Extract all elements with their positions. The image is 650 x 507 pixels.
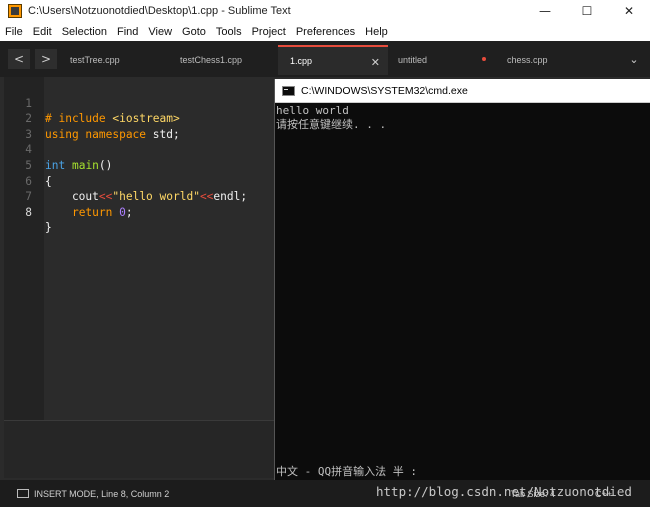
tab-chess[interactable]: chess.cpp <box>495 45 605 75</box>
menu-goto[interactable]: Goto <box>177 26 211 38</box>
tab-1cpp-active[interactable]: 1.cpp ✕ <box>278 45 388 75</box>
code-line: 7 return 0; <box>0 174 275 219</box>
code-line-current: 8 } <box>0 189 275 235</box>
code-line: 2 using namespace std; <box>0 96 275 141</box>
sublime-text-app-icon <box>8 4 22 18</box>
menu-preferences[interactable]: Preferences <box>291 26 360 38</box>
minimize-button[interactable]: — <box>524 0 566 22</box>
tab-testtree[interactable]: testTree.cpp <box>58 45 168 75</box>
tab-label: testChess1.cpp <box>180 55 243 65</box>
menu-edit[interactable]: Edit <box>28 26 57 38</box>
menu-file[interactable]: File <box>0 26 28 38</box>
ime-status: 中文 - QQ拼音输入法 半 : <box>276 465 417 478</box>
cmd-output-line: hello world <box>276 104 349 117</box>
window-titlebar: C:\Users\Notzuonotdied\Desktop\1.cpp - S… <box>0 0 650 22</box>
cmd-output: hello world 请按任意键继续. . . <box>276 104 650 132</box>
cmd-output-line: 请按任意键继续. . . <box>276 118 387 131</box>
modified-dot-icon <box>482 57 486 61</box>
output-panel <box>4 420 275 478</box>
close-window-button[interactable]: ✕ <box>608 0 650 22</box>
tab-list-chevron-down-icon[interactable]: ⌄ <box>624 49 644 69</box>
maximize-button[interactable]: ☐ <box>566 0 608 22</box>
cmd-terminal-icon <box>282 85 295 96</box>
watermark: http://blog.csdn.net/Notzuonotdied <box>376 484 632 499</box>
tab-testchess1[interactable]: testChess1.cpp <box>168 45 278 75</box>
code-line: 5 { <box>0 142 275 188</box>
window-title: C:\Users\Notzuonotdied\Desktop\1.cpp - S… <box>28 5 291 17</box>
code-line: 6 cout<<"hello world"<<endl; <box>0 158 275 204</box>
cmd-titlebar: C:\WINDOWS\SYSTEM32\cmd.exe <box>275 79 650 103</box>
menu-bar: File Edit Selection Find View Goto Tools… <box>0 22 650 41</box>
menu-tools[interactable]: Tools <box>211 26 247 38</box>
tab-next-chevron-icon[interactable]: > <box>35 49 57 69</box>
tab-untitled[interactable]: untitled <box>386 45 496 75</box>
panel-toggle-icon[interactable] <box>17 489 29 498</box>
code-editor[interactable]: 1 # include <iostream> 2 using namespace… <box>0 77 275 420</box>
tab-label: untitled <box>398 55 428 65</box>
status-mode: INSERT MODE, Line 8, Column 2 <box>34 488 170 499</box>
menu-find[interactable]: Find <box>112 26 143 38</box>
code-line: 3 <box>0 111 275 141</box>
menu-selection[interactable]: Selection <box>57 26 112 38</box>
tab-prev-chevron-icon[interactable]: < <box>8 49 30 69</box>
code-line: 1 # include <iostream> <box>0 80 275 126</box>
tab-label: chess.cpp <box>507 55 548 65</box>
menu-view[interactable]: View <box>143 26 177 38</box>
tab-close-icon[interactable]: ✕ <box>371 56 380 69</box>
menu-project[interactable]: Project <box>247 26 291 38</box>
cmd-title: C:\WINDOWS\SYSTEM32\cmd.exe <box>301 84 468 97</box>
window-controls: — ☐ ✕ <box>524 0 650 22</box>
tab-label: testTree.cpp <box>70 55 120 65</box>
tab-bar: < > testTree.cpp testChess1.cpp 1.cpp ✕ … <box>0 41 650 77</box>
cmd-window[interactable]: C:\WINDOWS\SYSTEM32\cmd.exe hello world … <box>274 79 650 480</box>
tab-label: 1.cpp <box>290 56 313 66</box>
code-lines: 1 # include <iostream> 2 using namespace… <box>0 80 275 235</box>
code-line: 4 int main() <box>0 127 275 172</box>
menu-help[interactable]: Help <box>360 26 393 38</box>
line-number: 8 <box>25 205 32 219</box>
